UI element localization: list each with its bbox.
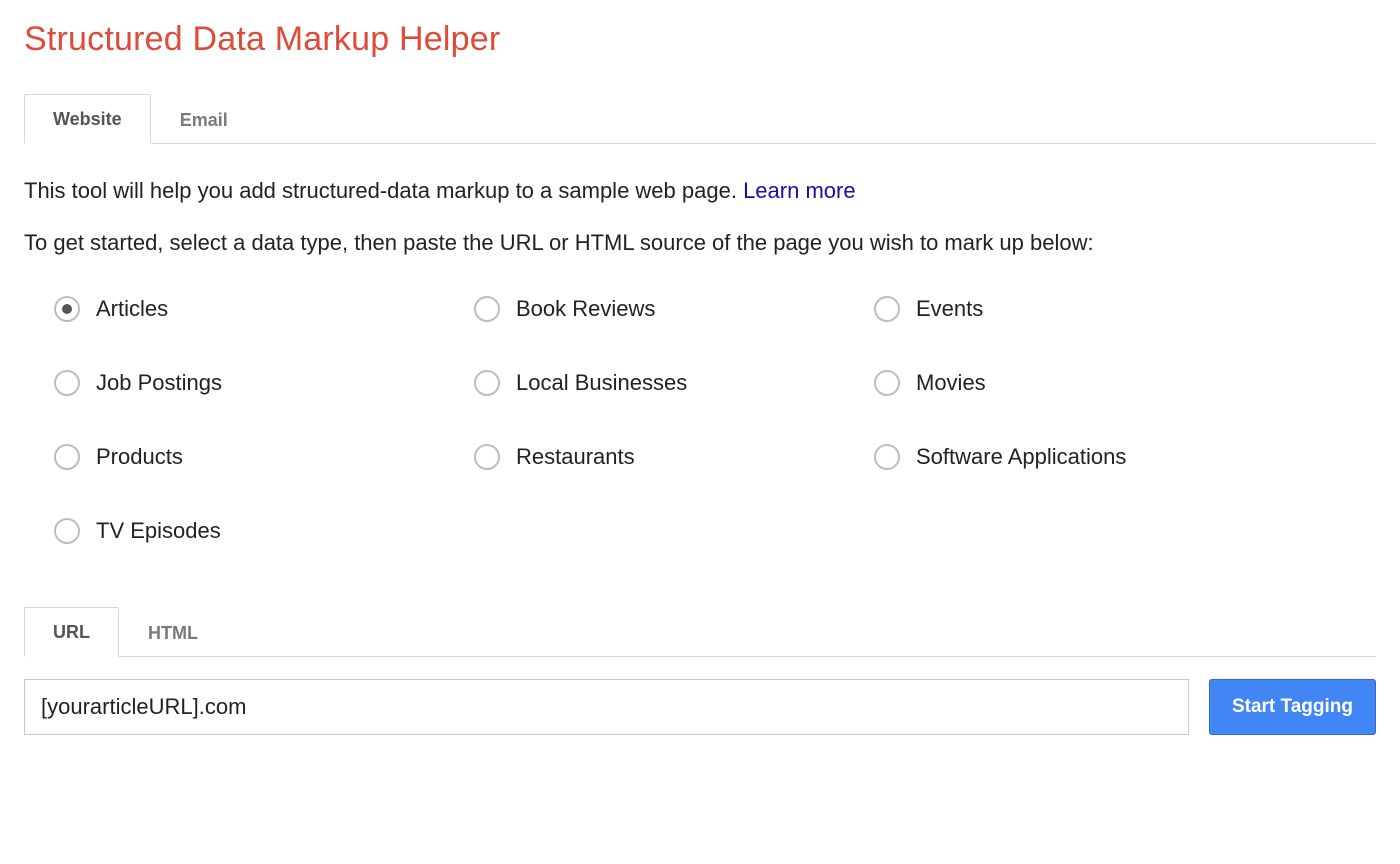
input-mode-tabbar: URL HTML	[24, 606, 1376, 657]
radio-label: Local Businesses	[516, 370, 687, 396]
radio-restaurants[interactable]: Restaurants	[474, 444, 874, 470]
radio-label: Software Applications	[916, 444, 1126, 470]
radio-label: Book Reviews	[516, 296, 655, 322]
radio-icon	[54, 444, 80, 470]
radio-label: Restaurants	[516, 444, 635, 470]
radio-products[interactable]: Products	[54, 444, 474, 470]
learn-more-link[interactable]: Learn more	[743, 178, 856, 203]
radio-label: Job Postings	[96, 370, 222, 396]
radio-label: Products	[96, 444, 183, 470]
radio-label: Articles	[96, 296, 168, 322]
intro-text: This tool will help you add structured-d…	[24, 178, 1376, 204]
radio-icon	[474, 296, 500, 322]
radio-events[interactable]: Events	[874, 296, 1376, 322]
radio-label: Movies	[916, 370, 986, 396]
radio-icon	[874, 444, 900, 470]
radio-articles[interactable]: Articles	[54, 296, 474, 322]
page-title: Structured Data Markup Helper	[24, 20, 1376, 59]
radio-software-applications[interactable]: Software Applications	[874, 444, 1376, 470]
radio-icon	[54, 370, 80, 396]
intro-copy: This tool will help you add structured-d…	[24, 178, 743, 203]
radio-label: TV Episodes	[96, 518, 221, 544]
radio-job-postings[interactable]: Job Postings	[54, 370, 474, 396]
radio-tv-episodes[interactable]: TV Episodes	[54, 518, 474, 544]
url-input[interactable]	[24, 679, 1189, 735]
tab-url[interactable]: URL	[24, 607, 119, 657]
source-tabbar: Website Email	[24, 93, 1376, 144]
radio-icon	[874, 370, 900, 396]
radio-icon	[54, 296, 80, 322]
radio-icon	[474, 370, 500, 396]
lead-text: To get started, select a data type, then…	[24, 230, 1376, 256]
radio-icon	[874, 296, 900, 322]
radio-icon	[474, 444, 500, 470]
radio-icon	[54, 518, 80, 544]
datatype-radiogroup: Articles Book Reviews Events Job Posting…	[24, 286, 1376, 554]
radio-book-reviews[interactable]: Book Reviews	[474, 296, 874, 322]
start-tagging-button[interactable]: Start Tagging	[1209, 679, 1376, 735]
tab-website[interactable]: Website	[24, 94, 151, 144]
input-row: Start Tagging	[24, 679, 1376, 735]
radio-local-businesses[interactable]: Local Businesses	[474, 370, 874, 396]
tab-html[interactable]: HTML	[119, 608, 227, 657]
radio-movies[interactable]: Movies	[874, 370, 1376, 396]
radio-label: Events	[916, 296, 983, 322]
tab-email[interactable]: Email	[151, 95, 257, 144]
